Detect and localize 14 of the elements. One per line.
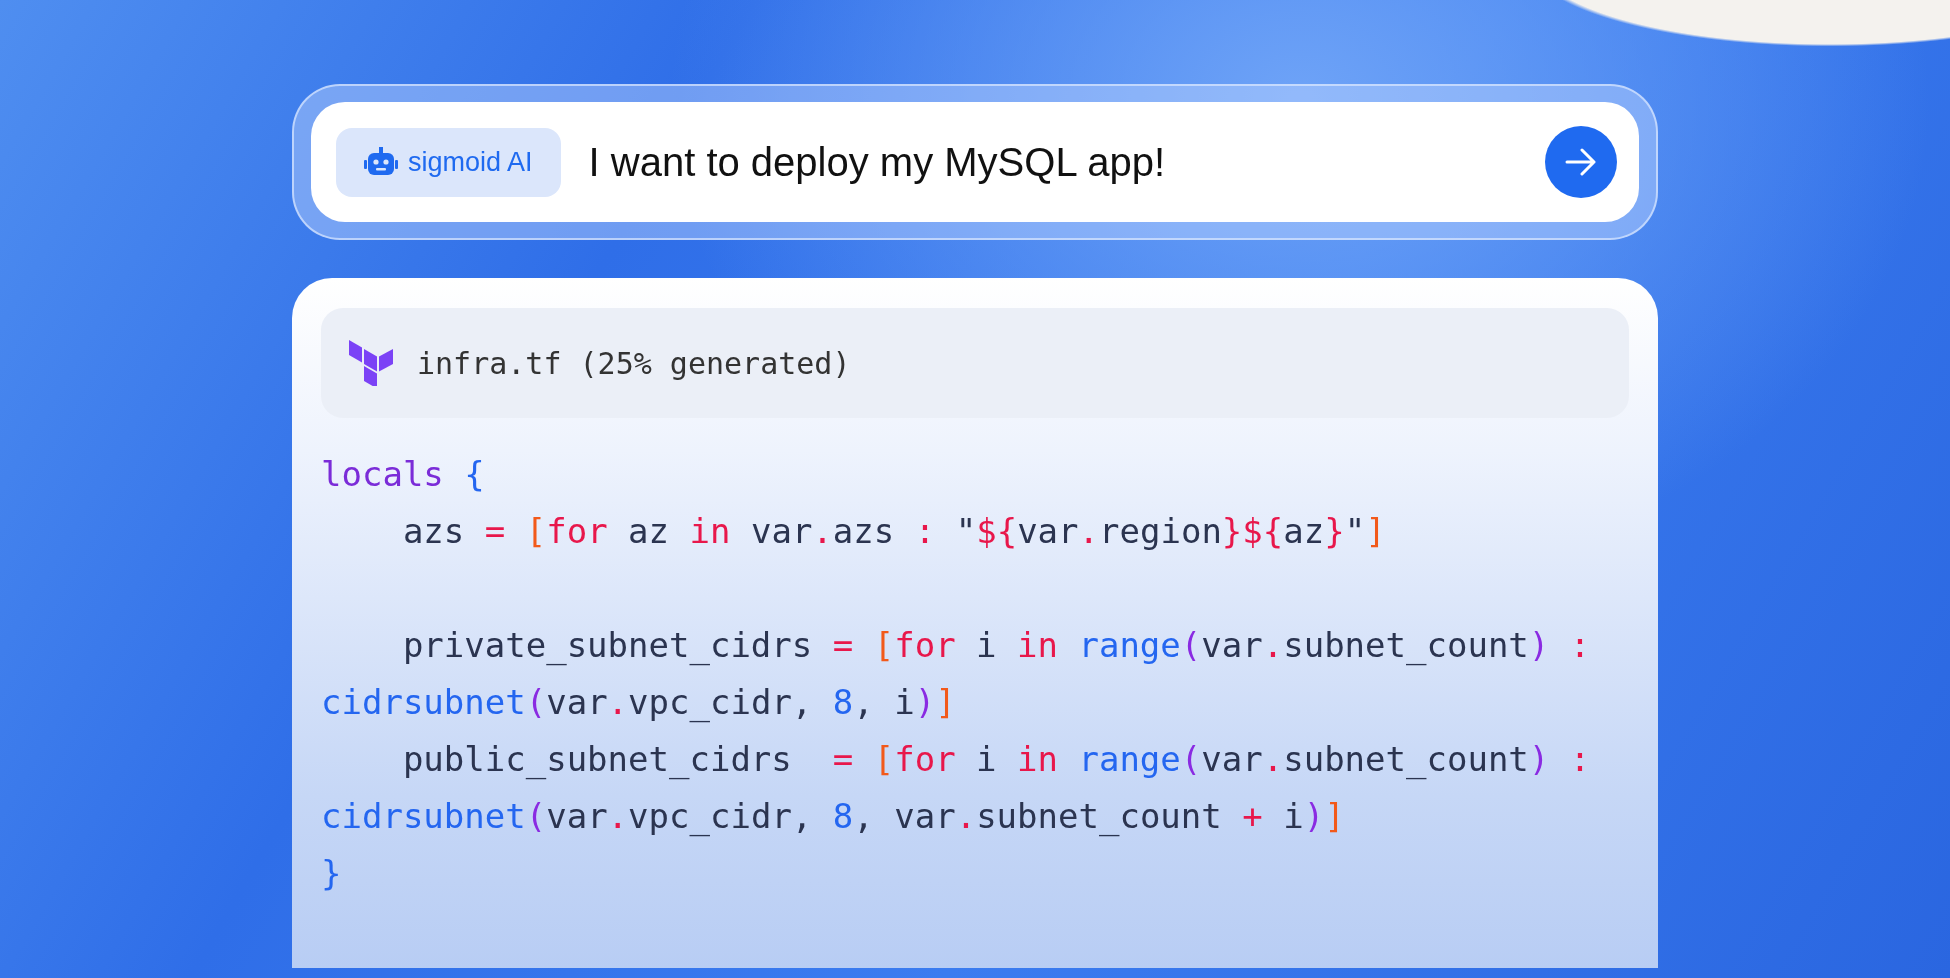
- prompt-input[interactable]: I want to deploy my MySQL app!: [588, 139, 1517, 185]
- prompt-field[interactable]: sigmoid AI I want to deploy my MySQL app!: [311, 102, 1639, 222]
- robot-icon: [364, 147, 398, 177]
- assistant-badge: sigmoid AI: [336, 127, 561, 197]
- code-line: cidrsubnet(var.vpc_cidr, 8, i)]: [321, 681, 956, 725]
- code-line: cidrsubnet(var.vpc_cidr, 8, var.subnet_count + i)]: [321, 795, 1345, 839]
- code-line: locals {: [321, 453, 485, 496]
- code-line: public_subnet_cidrs = [for i in range(var.subnet_count) :: [401, 738, 1591, 782]
- code-line: private_subnet_cidrs = [for i in range(var.subnet_count) :: [401, 624, 1591, 668]
- arrow-right-icon: [1565, 148, 1597, 176]
- code-line: azs = [for az in var.azs : "${var.region}${az}"]: [401, 510, 1386, 553]
- file-title: infra.tf (25% generated): [417, 345, 851, 381]
- terraform-logo-icon: [349, 340, 393, 386]
- code-line: }: [321, 852, 342, 895]
